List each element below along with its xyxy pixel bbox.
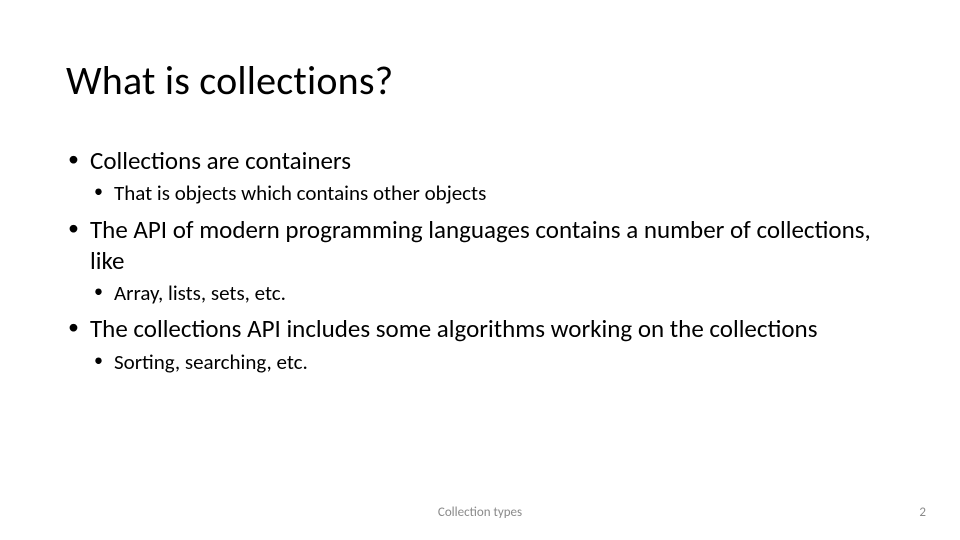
slide-title: What is collections? <box>66 56 894 105</box>
bullet-text: The collections API includes some algori… <box>90 313 817 344</box>
sub-bullet-item: Array, lists, sets, etc. <box>90 280 894 307</box>
bullet-text: Collections are containers <box>90 145 351 176</box>
bullet-item: Collections are containers That is objec… <box>66 145 894 208</box>
bullet-list: Collections are containers That is objec… <box>66 145 894 376</box>
sub-bullet-list: Array, lists, sets, etc. <box>90 280 894 307</box>
page-number: 2 <box>919 505 926 520</box>
bullet-text: The API of modern programming languages … <box>90 214 871 276</box>
sub-bullet-list: That is objects which contains other obj… <box>90 180 894 207</box>
footer-title: Collection types <box>0 505 960 520</box>
sub-bullet-item: That is objects which contains other obj… <box>90 180 894 207</box>
sub-bullet-text: Sorting, searching, etc. <box>114 349 308 375</box>
sub-bullet-text: That is objects which contains other obj… <box>114 180 486 206</box>
bullet-item: The collections API includes some algori… <box>66 313 894 376</box>
sub-bullet-item: Sorting, searching, etc. <box>90 349 894 376</box>
slide: What is collections? Collections are con… <box>0 0 960 540</box>
sub-bullet-text: Array, lists, sets, etc. <box>114 280 286 306</box>
sub-bullet-list: Sorting, searching, etc. <box>90 349 894 376</box>
bullet-item: The API of modern programming languages … <box>66 214 894 308</box>
